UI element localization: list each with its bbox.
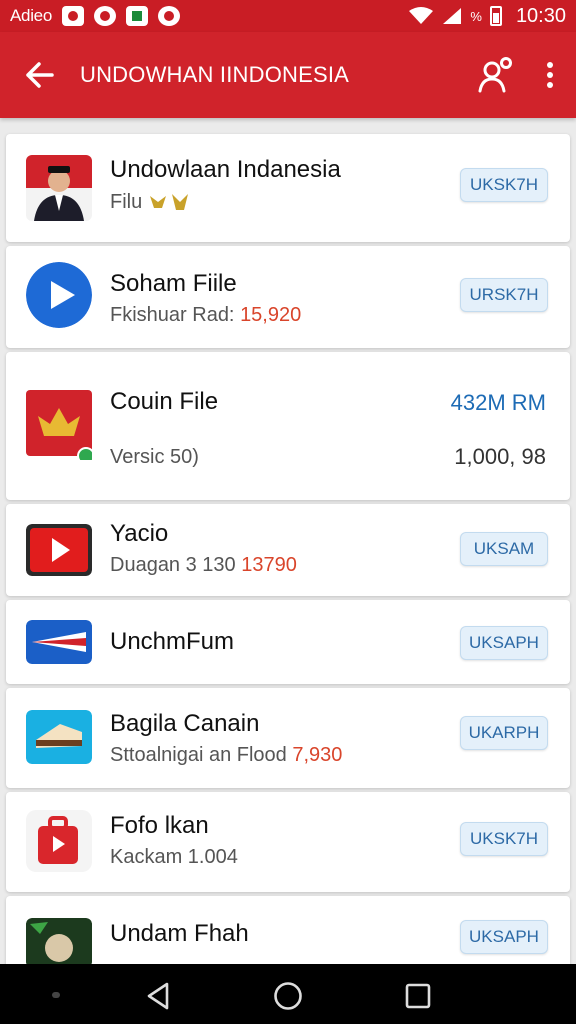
download-count: 1,000, 98 — [454, 444, 546, 469]
circle-home-icon — [274, 982, 302, 1010]
app-bar: UNDOWHAN IINDONESIA — [0, 32, 576, 118]
item-subtitle: Duagan 3 130 13790 — [110, 554, 297, 577]
item-title: Undam Fhah — [110, 920, 249, 947]
action-button[interactable]: UKSAPH — [460, 626, 548, 660]
item-subtitle-number: 7,930 — [292, 744, 343, 766]
more-vert-icon — [547, 62, 553, 88]
action-button[interactable]: URSK7H — [460, 278, 548, 312]
list-item[interactable]: Couin File Versic 50) 432M RM 1,000, 98 — [6, 352, 570, 500]
navigation-bar — [0, 964, 576, 1024]
nav-back-button[interactable] — [140, 978, 176, 1014]
action-button[interactable]: UKSK7H — [460, 168, 548, 202]
nav-home-button[interactable] — [270, 978, 306, 1014]
item-subtitle-text: Filu — [110, 191, 143, 213]
triangle-back-icon — [147, 982, 169, 1010]
square-recent-icon — [405, 983, 431, 1009]
item-title: Undowlaan Indanesia — [110, 156, 341, 183]
action-button[interactable]: UKSAM — [460, 532, 548, 566]
item-subtitle-text: Fkishuar Rad: — [110, 304, 235, 326]
carrier-label: Adieo — [10, 6, 52, 25]
signal-icon — [443, 8, 462, 24]
page-title: UNDOWHAN IINDONESIA — [80, 62, 350, 87]
item-subtitle: Sttoalnigai an Flood 7,930 — [110, 744, 342, 767]
user-search-button[interactable] — [468, 32, 524, 118]
item-title: Fofo lkan — [110, 812, 209, 839]
action-button[interactable]: UKSAPH — [460, 920, 548, 954]
list-item[interactable]: Undam Fhah UKSAPH — [6, 896, 570, 964]
clock: 10:30 — [515, 4, 566, 27]
battery-icon — [489, 6, 502, 26]
arrow-left-icon — [26, 62, 54, 88]
item-subtitle-text: Duagan 3 130 — [110, 554, 236, 576]
list-item[interactable]: Bagila Canain Sttoalnigai an Flood 7,930… — [6, 688, 570, 788]
item-subtitle-number: 15,920 — [240, 304, 302, 326]
record-notification-icon — [157, 6, 180, 26]
play-circle-icon — [26, 262, 92, 328]
more-options-button[interactable] — [524, 32, 576, 118]
item-subtitle: Versic 50) — [110, 446, 199, 468]
item-title: Couin File — [110, 388, 219, 415]
cake-app-icon — [26, 710, 92, 764]
nature-photo-icon — [26, 918, 92, 964]
action-button[interactable]: UKSK7H — [460, 822, 548, 856]
item-title: Soham Fiile — [110, 270, 237, 297]
nav-recent-button[interactable] — [400, 978, 436, 1014]
item-title: UnchmFum — [110, 628, 235, 655]
item-subtitle: Fkishuar Rad: 15,920 — [110, 304, 301, 327]
list-item[interactable]: Fofo lkan Kackam 1.004 UKSK7H — [6, 792, 570, 892]
garuda-app-icon — [26, 390, 95, 465]
status-bar: Adieo % 10:30 — [0, 0, 576, 32]
item-subtitle: Kackam 1.004 — [110, 846, 238, 868]
item-subtitle-text: Sttoalnigai an Flood — [110, 744, 287, 766]
file-list: Undowlaan Indanesia Filu UKSK7H Soham Fi… — [0, 118, 576, 964]
president-photo-icon — [26, 155, 92, 221]
user-search-icon — [478, 57, 512, 93]
bag-play-icon — [26, 810, 92, 872]
battery-percent: % — [470, 8, 482, 24]
list-item[interactable]: UnchmFum UKSAPH — [6, 600, 570, 684]
list-item[interactable]: Soham Fiile Fkishuar Rad: 15,920 URSK7H — [6, 246, 570, 348]
wifi-icon — [409, 7, 434, 24]
list-item[interactable]: Yacio Duagan 3 130 13790 UKSAM — [6, 504, 570, 596]
notification-icon — [61, 6, 84, 26]
list-item[interactable]: Undowlaan Indanesia Filu UKSK7H — [6, 134, 570, 242]
file-size: 432M RM — [450, 390, 546, 415]
item-title: Bagila Canain — [110, 710, 260, 737]
garuda-emblem-icon — [149, 194, 188, 210]
action-button[interactable]: UKARPH — [460, 716, 548, 750]
emoji-notification-icon — [93, 6, 116, 26]
item-subtitle-number: 13790 — [241, 554, 297, 576]
video-play-icon — [26, 524, 92, 576]
flag-logo-icon — [26, 620, 92, 664]
back-button[interactable] — [0, 32, 80, 118]
item-subtitle: Filu — [110, 190, 341, 214]
app-notification-icon — [125, 6, 148, 26]
item-title: Yacio — [110, 520, 169, 547]
nav-indicator-dot — [52, 992, 60, 998]
